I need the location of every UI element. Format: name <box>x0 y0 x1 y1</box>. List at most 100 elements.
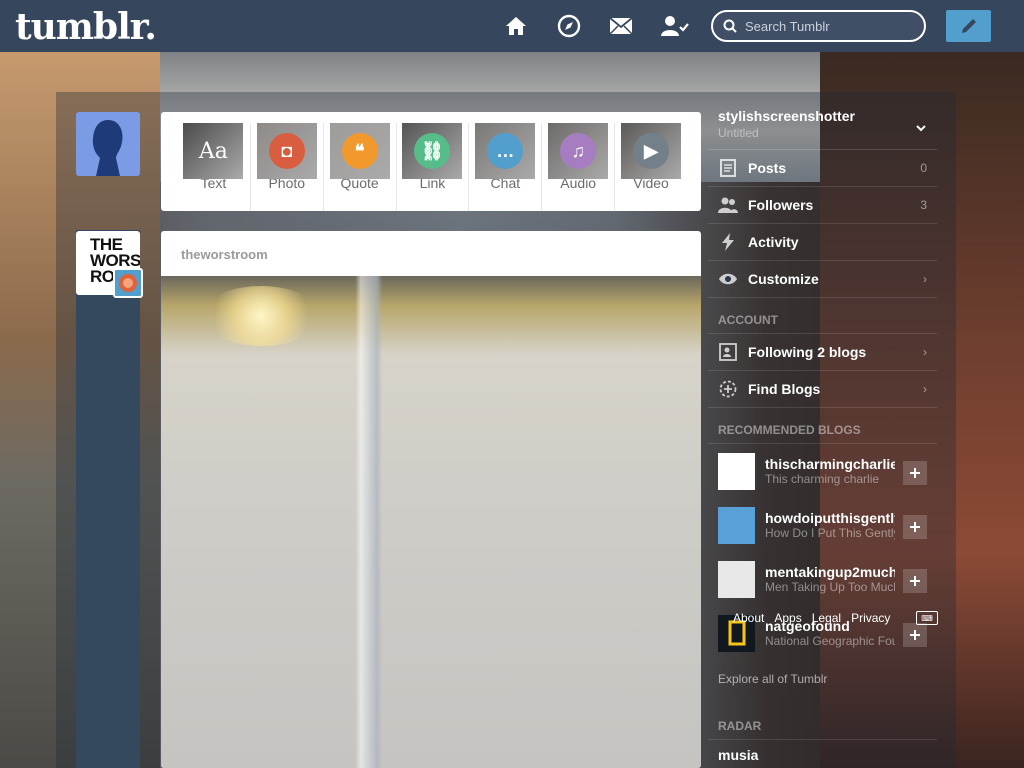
post-type-thumbnail: ▶ <box>621 123 682 179</box>
mail-icon[interactable] <box>608 13 634 39</box>
explore-icon[interactable] <box>556 13 582 39</box>
plus-icon <box>910 468 920 478</box>
post-type-thumbnail: … <box>475 123 536 179</box>
headphones-icon: ♫ <box>560 133 597 169</box>
radar-item[interactable]: musia <box>708 740 937 768</box>
search-icon <box>723 19 737 33</box>
post-type-audio[interactable]: ♫ Audio <box>541 123 614 211</box>
recommended-blog[interactable]: thischarmingcharlie This charming charlie <box>708 444 937 498</box>
tumblr-logo[interactable]: tumblr. <box>15 6 157 48</box>
post-type-thumbnail: Aa <box>183 123 244 179</box>
plus-icon <box>910 522 920 532</box>
find-blogs-icon <box>718 379 738 399</box>
post-card: theworstroom <box>161 231 701 768</box>
sidebar-item-activity[interactable]: Activity <box>708 224 937 261</box>
recommended-blog-description: Men Taking Up Too Much Space <box>765 580 895 594</box>
search-input[interactable] <box>745 18 905 34</box>
recommended-blog-name: mentakingup2muchspace <box>765 564 895 580</box>
sidebar-item-label: Followers <box>748 197 814 213</box>
right-sidebar: stylishscreenshotter Untitled Posts 0 Foll… <box>708 100 937 768</box>
sidebar-item-label: Find Blogs <box>748 381 821 397</box>
blog-badge-icon <box>119 274 137 292</box>
recommended-blog-description: How Do I Put This Gently <box>765 526 895 540</box>
text-icon: Aa <box>198 138 228 164</box>
sidebar-item-count: › <box>923 382 927 396</box>
top-navigation-bar: tumblr. <box>0 0 1024 52</box>
blog-badge[interactable] <box>113 268 143 298</box>
post-type-video[interactable]: ▶ Video <box>614 123 687 211</box>
activity-icon <box>718 232 738 252</box>
chevron-down-icon <box>916 125 926 132</box>
footer-link-legal[interactable]: Legal <box>812 611 841 625</box>
account-section-heading: ACCOUNT <box>708 298 937 334</box>
sidebar-item-count: 0 <box>920 161 927 175</box>
sidebar-item-count: › <box>923 345 927 359</box>
post-type-bar: Aa Text ◘ Photo ❝ Quote ⛓ Link… Chat ♫ Audio ▶ Video <box>161 112 701 211</box>
footer-link-apps[interactable]: Apps <box>774 611 801 625</box>
post-type-quote[interactable]: ❝ Quote <box>322 123 396 211</box>
footer-link-about[interactable]: About <box>733 611 764 625</box>
pencil-icon <box>961 19 976 33</box>
link-icon: ⛓ <box>414 133 451 169</box>
recommended-blog-description: National Geographic Found <box>765 634 895 648</box>
recommended-blog-name: howdoiputthisgently <box>765 510 895 526</box>
camera-icon: ◘ <box>268 133 305 169</box>
recommended-blog-avatar <box>718 452 755 490</box>
sidebar-account-item-find-blogs[interactable]: Find Blogs › <box>708 371 937 408</box>
radar-section-heading: RADAR <box>708 704 937 740</box>
post-type-thumbnail: ⛓ <box>402 123 463 179</box>
account-name: stylishscreenshotter <box>718 108 855 124</box>
sidebar-item-customize[interactable]: Customize › <box>708 261 937 298</box>
footer-links: About Apps Legal Privacy <box>733 611 890 625</box>
keyboard-shortcuts-icon[interactable]: ⌨ <box>916 611 938 625</box>
followers-icon <box>718 195 738 215</box>
post-type-thumbnail: ◘ <box>256 123 317 179</box>
sidebar-item-label: Posts <box>748 160 787 176</box>
follow-blog-button[interactable] <box>903 623 927 647</box>
post-photo[interactable] <box>161 276 701 768</box>
post-type-chat[interactable]: … Chat <box>468 123 541 211</box>
video-camera-icon: ▶ <box>633 133 670 169</box>
post-blog-name[interactable]: theworstroom <box>161 231 701 276</box>
sidebar-item-label: Customize <box>748 271 819 287</box>
compose-button[interactable] <box>946 10 991 42</box>
follow-blog-button[interactable] <box>903 515 927 539</box>
recommended-blog[interactable]: howdoiputthisgently How Do I Put This Gen… <box>708 498 937 552</box>
recommended-section-heading: RECOMMENDED BLOGS <box>708 408 937 444</box>
sidebar-item-followers[interactable]: Followers 3 <box>708 187 937 224</box>
search-bar[interactable] <box>711 10 926 42</box>
post-photo-lamp-glow <box>201 286 321 346</box>
chat-icon: … <box>487 133 524 169</box>
recommended-blog-description: This charming charlie <box>765 472 880 486</box>
sidebar-item-count: 3 <box>920 198 927 212</box>
sidebar-account-item-following-2-blogs[interactable]: Following 2 blogs › <box>708 334 937 371</box>
sidebar-item-label: Activity <box>748 234 799 250</box>
follow-blog-button[interactable] <box>903 569 927 593</box>
eye-icon <box>718 269 738 289</box>
post-type-photo[interactable]: ◘ Photo <box>249 123 323 211</box>
user-avatar[interactable] <box>76 112 140 176</box>
plus-icon <box>910 630 920 640</box>
home-icon[interactable] <box>503 13 529 39</box>
sidebar-item-label: Following 2 blogs <box>748 344 867 360</box>
follow-blog-button[interactable] <box>903 461 927 485</box>
explore-link[interactable]: Explore all of Tumblr <box>708 660 937 704</box>
sidebar-item-posts[interactable]: Posts 0 <box>708 150 937 187</box>
post-author-strip <box>76 230 140 768</box>
recommended-blog[interactable]: mentakingup2muchspaceMen Taking Up Too M… <box>708 552 937 606</box>
posts-icon <box>718 158 738 178</box>
footer-link-privacy[interactable]: Privacy <box>851 611 890 625</box>
post-type-thumbnail: ❝ <box>329 123 390 179</box>
post-type-link[interactable]: ⛓ Link <box>395 123 469 211</box>
account-icon[interactable] <box>660 13 690 39</box>
account-switcher[interactable]: stylishscreenshotter Untitled <box>708 100 937 150</box>
quote-icon: ❝ <box>341 133 378 169</box>
recommended-blog-avatar <box>718 506 755 544</box>
account-subtitle: Untitled <box>718 126 759 140</box>
post-type-text[interactable]: Aa Text <box>177 123 250 211</box>
post-type-thumbnail: ♫ <box>548 123 609 179</box>
recommended-blog-name: thischarmingcharlie <box>765 456 895 472</box>
sidebar-item-count: › <box>923 272 927 286</box>
following-icon <box>718 342 738 362</box>
recommended-blog-avatar <box>718 560 755 598</box>
